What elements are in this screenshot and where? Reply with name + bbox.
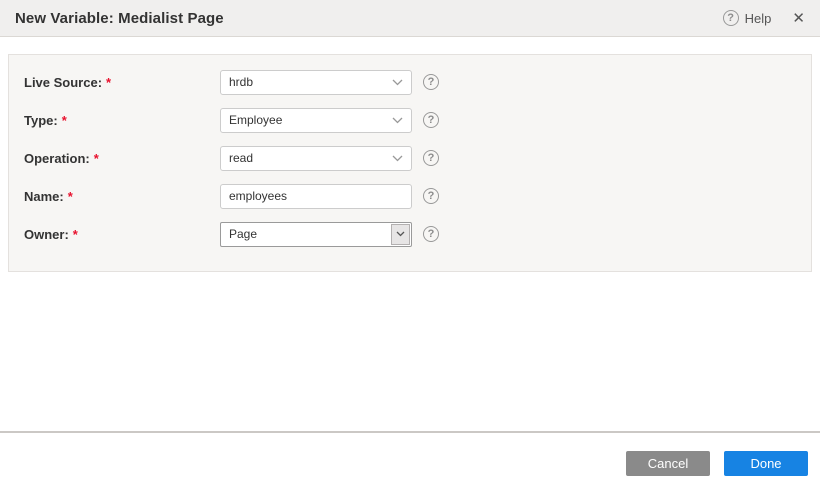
name-input[interactable] xyxy=(220,184,412,209)
help-label: Help xyxy=(745,11,772,26)
operation-select[interactable]: read xyxy=(220,146,412,171)
required-asterisk: * xyxy=(62,113,67,128)
chevron-down-icon xyxy=(392,155,403,162)
title-bar: New Variable: Medialist Page ? Help ✕ xyxy=(0,0,820,37)
live-source-label: Live Source:* xyxy=(24,75,220,90)
operation-label: Operation:* xyxy=(24,151,220,166)
live-source-value: hrdb xyxy=(229,75,253,89)
page-title: New Variable: Medialist Page xyxy=(15,10,224,27)
owner-label: Owner:* xyxy=(24,227,220,242)
type-value: Employee xyxy=(229,113,282,127)
cancel-button[interactable]: Cancel xyxy=(626,451,710,476)
live-source-help-icon[interactable]: ? xyxy=(423,74,439,90)
operation-value: read xyxy=(229,151,253,165)
field-row-operation: Operation:* read ? xyxy=(24,139,811,177)
chevron-down-icon xyxy=(392,117,403,124)
type-select[interactable]: Employee xyxy=(220,108,412,133)
name-help-icon[interactable]: ? xyxy=(423,188,439,204)
required-asterisk: * xyxy=(94,151,99,166)
form-panel: Live Source:* hrdb ? Type:* Employee ? O… xyxy=(8,54,812,272)
help-icon: ? xyxy=(723,10,739,26)
required-asterisk: * xyxy=(106,75,111,90)
field-row-name: Name:* ? xyxy=(24,177,811,215)
operation-help-icon[interactable]: ? xyxy=(423,150,439,166)
chevron-down-icon xyxy=(392,79,403,86)
field-row-owner: Owner:* Page ? xyxy=(24,215,811,253)
dropdown-arrow-button[interactable] xyxy=(391,224,410,245)
name-label: Name:* xyxy=(24,189,220,204)
close-icon[interactable]: ✕ xyxy=(792,11,805,26)
help-button[interactable]: ? Help xyxy=(723,10,772,26)
field-row-type: Type:* Employee ? xyxy=(24,101,811,139)
type-help-icon[interactable]: ? xyxy=(423,112,439,128)
done-button[interactable]: Done xyxy=(724,451,808,476)
live-source-select[interactable]: hrdb xyxy=(220,70,412,95)
owner-select[interactable]: Page xyxy=(220,222,412,247)
required-asterisk: * xyxy=(68,189,73,204)
required-asterisk: * xyxy=(73,227,78,242)
footer: Cancel Done xyxy=(0,433,820,493)
type-label: Type:* xyxy=(24,113,220,128)
owner-help-icon[interactable]: ? xyxy=(423,226,439,242)
field-row-live-source: Live Source:* hrdb ? xyxy=(24,63,811,101)
chevron-down-icon xyxy=(396,231,405,237)
new-variable-dialog: New Variable: Medialist Page ? Help ✕ Li… xyxy=(0,0,820,493)
owner-value: Page xyxy=(229,227,257,241)
